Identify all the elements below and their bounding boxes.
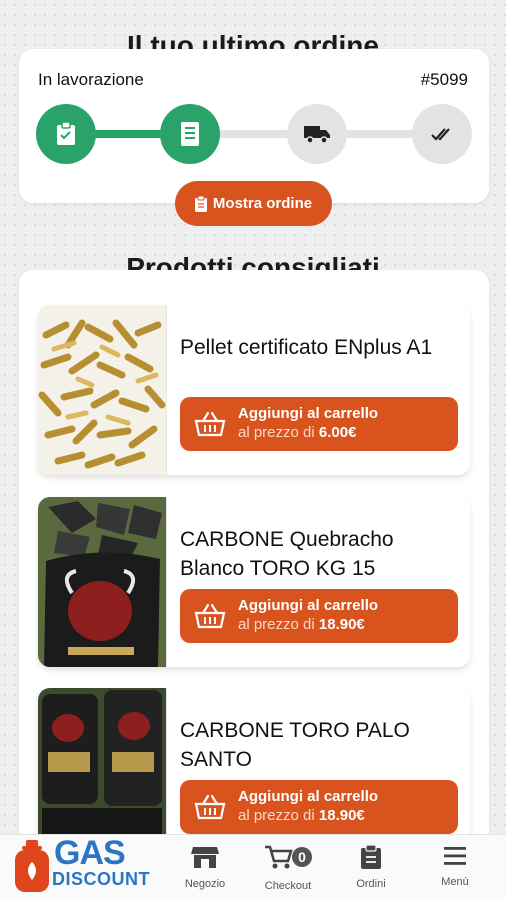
nav-item-checkout[interactable]: 0 Checkout — [253, 845, 323, 892]
gas-cylinder-icon — [15, 840, 49, 892]
logo-text-gas: GAS — [54, 834, 126, 872]
add-to-cart-button[interactable]: Aggiungi al carrello al prezzo di 6.00€ — [180, 397, 458, 451]
divider — [166, 305, 167, 475]
double-check-icon — [431, 128, 450, 141]
basket-icon — [194, 603, 226, 629]
store-icon — [191, 847, 219, 868]
add-to-cart-button[interactable]: Aggiungi al carrello al prezzo di 18.90€ — [180, 589, 458, 643]
hamburger-icon — [444, 847, 466, 865]
add-to-cart-label: Aggiungi al carrello — [238, 597, 379, 614]
divider — [166, 688, 167, 858]
price: 6.00€ — [318, 424, 357, 441]
step-delivered — [412, 104, 472, 164]
product-image — [38, 497, 166, 667]
divider — [166, 497, 167, 667]
order-number: #5099 — [420, 70, 468, 89]
step-shipping — [287, 104, 347, 164]
price: 18.90€ — [318, 616, 365, 633]
nav-label: Negozio — [184, 878, 226, 890]
order-status: In lavorazione — [38, 70, 144, 89]
nav-label: Ordini — [356, 878, 386, 890]
product-image — [38, 688, 166, 858]
price-line: al prezzo di 18.90€ — [238, 807, 365, 824]
logo-text-discount: DISCOUNT — [52, 869, 150, 889]
product-card[interactable]: CARBONE Quebracho Blanco TORO KG 15 Aggi… — [38, 497, 470, 667]
show-order-button[interactable]: Mostra ordine — [175, 181, 332, 226]
clipboard-icon — [57, 121, 75, 145]
clipboard-icon — [194, 195, 207, 212]
cart-badge: 0 — [298, 849, 306, 865]
add-to-cart-button[interactable]: Aggiungi al carrello al prezzo di 18.90€ — [180, 780, 458, 834]
nav-label: Menù — [441, 876, 469, 888]
step-processing — [160, 104, 220, 164]
show-order-label: Mostra ordine — [212, 195, 313, 212]
nav-item-menu[interactable]: Menù — [420, 845, 490, 888]
price-line: al prezzo di 18.90€ — [238, 616, 365, 633]
price: 18.90€ — [318, 807, 365, 824]
nav-label: Checkout — [264, 880, 312, 892]
nav-item-ordini[interactable]: Ordini — [336, 844, 406, 890]
step-received — [36, 104, 96, 164]
price-line: al prezzo di 6.00€ — [238, 424, 357, 441]
add-to-cart-label: Aggiungi al carrello — [238, 788, 379, 805]
product-image — [38, 305, 166, 475]
product-card[interactable]: CARBONE TORO PALO SANTO Aggiungi al carr… — [38, 688, 470, 858]
truck-icon — [304, 126, 330, 144]
cart-icon: 0 — [265, 845, 312, 869]
basket-icon — [194, 411, 226, 437]
nav-item-negozio[interactable]: Negozio — [170, 845, 240, 890]
product-name: Pellet certificato ENplus A1 — [180, 336, 433, 359]
product-name: CARBONE TORO PALO SANTO — [180, 719, 410, 771]
product-name: CARBONE Quebracho Blanco TORO KG 15 — [180, 528, 394, 580]
basket-icon — [194, 794, 226, 820]
receipt-icon — [181, 122, 199, 146]
gas-discount-logo[interactable]: GAS DISCOUNT — [14, 834, 164, 894]
product-card[interactable]: Pellet certificato ENplus A1 Aggiungi al… — [38, 305, 470, 475]
orders-icon — [361, 844, 381, 869]
add-to-cart-label: Aggiungi al carrello — [238, 405, 379, 422]
